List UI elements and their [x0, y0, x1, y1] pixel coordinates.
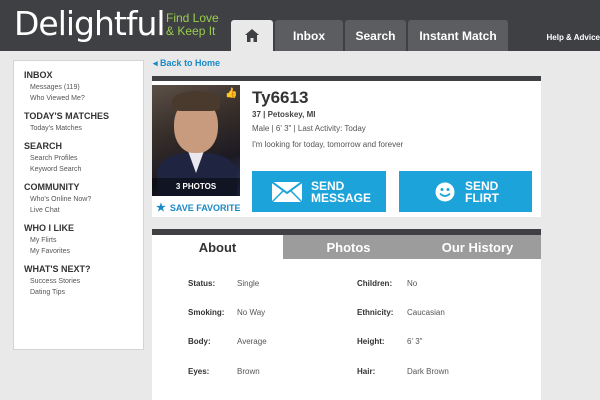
- sidebar: INBOX Messages (119) Who Viewed Me? TODA…: [13, 60, 144, 350]
- field-label-height: Height:: [357, 337, 385, 346]
- field-value-height: 6' 3": [407, 337, 423, 346]
- tab-about[interactable]: About: [152, 235, 283, 259]
- tagline: Find Love & Keep It: [166, 11, 219, 38]
- profile-tabs-panel: About Photos Our History Status: Single …: [152, 229, 541, 400]
- profile-photo[interactable]: 👍 3 PHOTOS: [152, 85, 240, 196]
- sidebar-item-success-stories[interactable]: Success Stories: [30, 278, 133, 285]
- sidebar-heading-todays-matches: TODAY'S MATCHES: [24, 111, 109, 121]
- profile-details: Male | 6' 3" | Last Activity: Today: [252, 124, 366, 133]
- site-logo[interactable]: Delightful: [14, 4, 166, 43]
- send-flirt-button[interactable]: SEND FLIRT: [399, 171, 532, 212]
- field-label-eyes: Eyes:: [188, 367, 210, 376]
- sidebar-item-my-flirts[interactable]: My Flirts: [30, 237, 133, 244]
- sidebar-item-search-profiles[interactable]: Search Profiles: [30, 155, 133, 162]
- field-value-eyes: Brown: [237, 367, 260, 376]
- field-label-ethnicity: Ethnicity:: [357, 308, 394, 317]
- profile-card: 👍 3 PHOTOS ★ SAVE FAVORITE Ty6613 37 | Pe…: [152, 76, 541, 217]
- back-to-home-link[interactable]: ◂ Back to Home: [153, 58, 220, 69]
- field-value-ethnicity: Caucasian: [407, 308, 445, 317]
- sidebar-item-messages[interactable]: Messages (119): [30, 84, 133, 91]
- field-label-body: Body:: [188, 337, 211, 346]
- nav-inbox[interactable]: Inbox: [275, 20, 343, 51]
- field-label-smoking: Smoking:: [188, 308, 225, 317]
- field-value-smoking: No Way: [237, 308, 266, 317]
- envelope-icon: [272, 181, 302, 202]
- sidebar-heading-community: COMMUNITY: [24, 182, 80, 192]
- top-header: Delightful Find Love & Keep It Inbox Sea…: [0, 0, 600, 51]
- profile-headline: I'm looking for today, tomorrow and fore…: [252, 140, 404, 149]
- sidebar-item-who-viewed-me[interactable]: Who Viewed Me?: [30, 95, 133, 102]
- sidebar-item-my-favorites[interactable]: My Favorites: [30, 248, 133, 255]
- sidebar-item-todays-matches[interactable]: Today's Matches: [30, 125, 133, 132]
- sidebar-heading-who-i-like: WHO I LIKE: [24, 223, 74, 233]
- profile-age-location: 37 | Petoskey, MI: [252, 110, 316, 119]
- sidebar-item-whos-online[interactable]: Who's Online Now?: [30, 196, 133, 203]
- tab-photos[interactable]: Photos: [283, 235, 414, 259]
- photos-count-badge[interactable]: 3 PHOTOS: [152, 178, 240, 196]
- sidebar-item-dating-tips[interactable]: Dating Tips: [30, 289, 133, 296]
- nav-instant-match[interactable]: Instant Match: [408, 20, 508, 51]
- field-label-hair: Hair:: [357, 367, 376, 376]
- nav-home-button[interactable]: [231, 20, 273, 51]
- save-favorite-link[interactable]: ★ SAVE FAVORITE: [156, 201, 241, 214]
- help-advice-link[interactable]: Help & Advice: [547, 33, 600, 42]
- star-icon: ★: [156, 202, 166, 214]
- smiley-icon: [435, 182, 455, 201]
- chevron-left-icon: ◂: [153, 58, 158, 68]
- field-label-children: Children:: [357, 279, 393, 288]
- send-message-button[interactable]: SEND MESSAGE: [252, 171, 386, 212]
- field-label-status: Status:: [188, 279, 216, 288]
- home-icon: [245, 29, 259, 42]
- sidebar-heading-whats-next: WHAT'S NEXT?: [24, 264, 91, 274]
- sidebar-item-live-chat[interactable]: Live Chat: [30, 207, 133, 214]
- profile-username: Ty6613: [252, 88, 309, 107]
- sidebar-heading-inbox: INBOX: [24, 70, 53, 80]
- tab-our-history[interactable]: Our History: [414, 235, 541, 259]
- field-value-children: No: [407, 279, 418, 288]
- thumbs-up-icon[interactable]: 👍: [225, 87, 238, 100]
- field-value-body: Average: [237, 337, 267, 346]
- nav-search[interactable]: Search: [345, 20, 406, 51]
- sidebar-heading-search: SEARCH: [24, 141, 63, 151]
- field-value-hair: Dark Brown: [407, 367, 449, 376]
- sidebar-item-keyword-search[interactable]: Keyword Search: [30, 166, 133, 173]
- field-value-status: Single: [237, 279, 260, 288]
